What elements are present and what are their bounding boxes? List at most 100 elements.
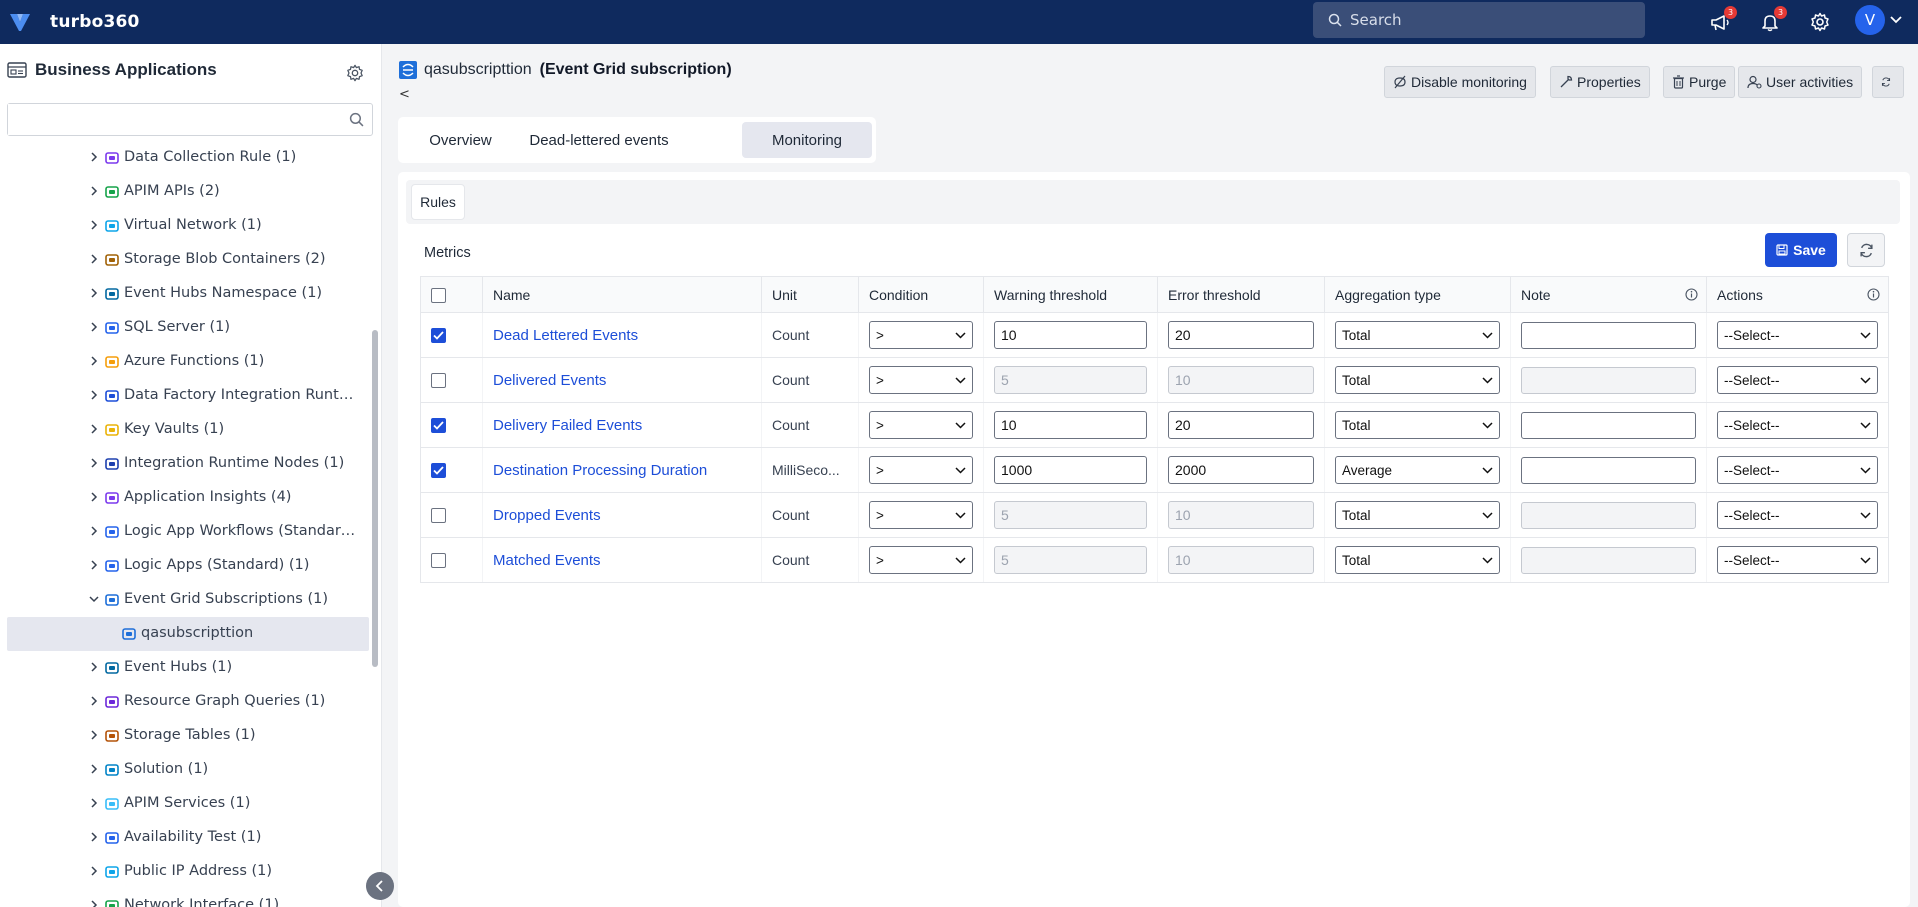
error-threshold-input[interactable] bbox=[1168, 321, 1314, 349]
chevron-right-icon[interactable] bbox=[89, 900, 99, 907]
chevron-right-icon[interactable] bbox=[89, 186, 99, 196]
chevron-right-icon[interactable] bbox=[89, 832, 99, 842]
properties-button[interactable]: Properties bbox=[1550, 66, 1650, 98]
chevron-right-icon[interactable] bbox=[89, 526, 99, 536]
sidebar-item[interactable]: qasubscripttion bbox=[7, 617, 369, 651]
aggregation-select[interactable]: Total bbox=[1335, 411, 1500, 439]
aggregation-select[interactable]: Total bbox=[1335, 546, 1500, 574]
note-input[interactable] bbox=[1521, 456, 1696, 484]
refresh-page-button[interactable] bbox=[1872, 66, 1904, 98]
chevron-right-icon[interactable] bbox=[89, 696, 99, 706]
sidebar-item[interactable]: Availability Test (1) bbox=[0, 821, 374, 855]
sidebar-settings-button[interactable] bbox=[346, 64, 364, 86]
chevron-right-icon[interactable] bbox=[89, 390, 99, 400]
condition-select[interactable]: > bbox=[869, 321, 973, 349]
sidebar-item[interactable]: Network Interface (1) bbox=[0, 889, 374, 907]
sidebar-item[interactable]: Logic App Workflows (Standard... bbox=[0, 515, 374, 549]
warning-threshold-input[interactable] bbox=[994, 321, 1147, 349]
note-input[interactable] bbox=[1521, 366, 1696, 394]
chevron-right-icon[interactable] bbox=[89, 492, 99, 502]
aggregation-select[interactable]: Total bbox=[1335, 366, 1500, 394]
chevron-right-icon[interactable] bbox=[89, 458, 99, 468]
row-checkbox[interactable] bbox=[431, 418, 446, 434]
row-checkbox[interactable] bbox=[431, 508, 446, 524]
sidebar-item[interactable]: Virtual Network (1) bbox=[0, 209, 374, 243]
note-input[interactable] bbox=[1521, 546, 1696, 574]
select-all-checkbox[interactable] bbox=[431, 287, 446, 303]
note-input[interactable] bbox=[1521, 321, 1696, 349]
sidebar-item[interactable]: Application Insights (4) bbox=[0, 481, 374, 515]
note-input[interactable] bbox=[1521, 501, 1696, 529]
tab-overview[interactable]: Overview bbox=[403, 122, 518, 158]
metric-name-link[interactable]: Destination Processing Duration bbox=[493, 462, 707, 479]
global-search-input[interactable] bbox=[1350, 11, 1630, 29]
row-checkbox[interactable] bbox=[431, 553, 446, 569]
row-checkbox[interactable] bbox=[431, 373, 446, 389]
warning-threshold-input[interactable] bbox=[994, 501, 1147, 529]
actions-select[interactable]: --Select-- bbox=[1717, 411, 1878, 439]
metric-name-link[interactable]: Dead Lettered Events bbox=[493, 327, 638, 344]
sidebar-search[interactable] bbox=[7, 103, 373, 136]
chevron-right-icon[interactable] bbox=[89, 730, 99, 740]
chevron-right-icon[interactable] bbox=[89, 560, 99, 570]
condition-select[interactable]: > bbox=[869, 366, 973, 394]
metric-name-link[interactable]: Delivered Events bbox=[493, 372, 606, 389]
info-icon[interactable] bbox=[1867, 288, 1880, 301]
sidebar-item[interactable]: Data Collection Rule (1) bbox=[0, 141, 374, 175]
back-link[interactable]: < bbox=[399, 87, 410, 102]
error-threshold-input[interactable] bbox=[1168, 501, 1314, 529]
condition-select[interactable]: > bbox=[869, 546, 973, 574]
sidebar-item[interactable]: APIM APIs (2) bbox=[0, 175, 374, 209]
actions-select[interactable]: --Select-- bbox=[1717, 456, 1878, 484]
sidebar-item[interactable]: APIM Services (1) bbox=[0, 787, 374, 821]
note-input[interactable] bbox=[1521, 411, 1696, 439]
brand[interactable]: turbo360 bbox=[8, 10, 140, 34]
warning-threshold-input[interactable] bbox=[994, 411, 1147, 439]
condition-select[interactable]: > bbox=[869, 411, 973, 439]
row-checkbox[interactable] bbox=[431, 463, 446, 479]
aggregation-select[interactable]: Total bbox=[1335, 321, 1500, 349]
sidebar-scrollbar[interactable] bbox=[372, 330, 378, 667]
chevron-right-icon[interactable] bbox=[89, 220, 99, 230]
chevron-right-icon[interactable] bbox=[89, 662, 99, 672]
notifications-button[interactable]: 3 bbox=[1756, 6, 1787, 36]
error-threshold-input[interactable] bbox=[1168, 546, 1314, 574]
disable-monitoring-button[interactable]: Disable monitoring bbox=[1384, 66, 1536, 98]
actions-select[interactable]: --Select-- bbox=[1717, 546, 1878, 574]
metric-name-link[interactable]: Delivery Failed Events bbox=[493, 417, 642, 434]
aggregation-select[interactable]: Average bbox=[1335, 456, 1500, 484]
chevron-right-icon[interactable] bbox=[89, 798, 99, 808]
sidebar-item[interactable]: Storage Blob Containers (2) bbox=[0, 243, 374, 277]
metric-name-link[interactable]: Matched Events bbox=[493, 552, 601, 569]
error-threshold-input[interactable] bbox=[1168, 366, 1314, 394]
sidebar-item[interactable]: Resource Graph Queries (1) bbox=[0, 685, 374, 719]
aggregation-select[interactable]: Total bbox=[1335, 501, 1500, 529]
tab-rules[interactable]: Rules bbox=[411, 184, 465, 220]
info-icon[interactable] bbox=[1685, 288, 1698, 301]
error-threshold-input[interactable] bbox=[1168, 456, 1314, 484]
chevron-right-icon[interactable] bbox=[89, 764, 99, 774]
chevron-right-icon[interactable] bbox=[89, 866, 99, 876]
global-search[interactable] bbox=[1313, 2, 1645, 38]
sidebar-item[interactable]: Azure Functions (1) bbox=[0, 345, 374, 379]
actions-select[interactable]: --Select-- bbox=[1717, 501, 1878, 529]
refresh-metrics-button[interactable] bbox=[1847, 233, 1885, 267]
condition-select[interactable]: > bbox=[869, 501, 973, 529]
user-activities-button[interactable]: User activities bbox=[1738, 66, 1863, 98]
sidebar-item[interactable]: Integration Runtime Nodes (1) bbox=[0, 447, 374, 481]
chevron-right-icon[interactable] bbox=[89, 288, 99, 298]
sidebar-item[interactable]: Logic Apps (Standard) (1) bbox=[0, 549, 374, 583]
sidebar-item[interactable]: Event Grid Subscriptions (1) bbox=[0, 583, 374, 617]
save-button[interactable]: Save bbox=[1765, 233, 1837, 267]
actions-select[interactable]: --Select-- bbox=[1717, 366, 1878, 394]
actions-select[interactable]: --Select-- bbox=[1717, 321, 1878, 349]
tab-dead-lettered-events[interactable]: Dead-lettered events bbox=[518, 122, 680, 158]
warning-threshold-input[interactable] bbox=[994, 546, 1147, 574]
sidebar-item[interactable]: Public IP Address (1) bbox=[0, 855, 374, 889]
chevron-right-icon[interactable] bbox=[89, 322, 99, 332]
error-threshold-input[interactable] bbox=[1168, 411, 1314, 439]
purge-button[interactable]: Purge bbox=[1663, 66, 1736, 98]
metric-name-link[interactable]: Dropped Events bbox=[493, 507, 601, 524]
sidebar-search-input[interactable] bbox=[8, 104, 338, 135]
chevron-right-icon[interactable] bbox=[89, 254, 99, 264]
